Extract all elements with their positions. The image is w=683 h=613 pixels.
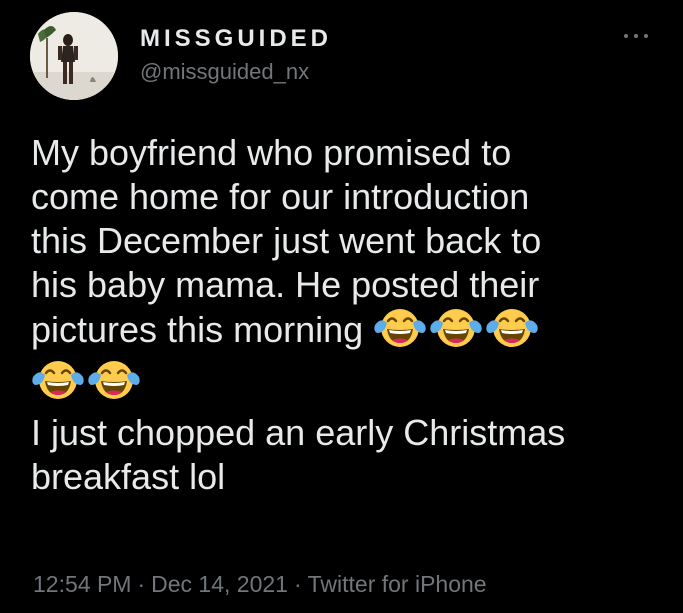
tweet-text-line: this December just went back to bbox=[31, 220, 542, 261]
more-horizontal-icon bbox=[624, 34, 628, 38]
tweet-source[interactable]: Twitter for iPhone bbox=[308, 571, 487, 597]
tweet-metadata: 12:54 PM · Dec 14, 2021 · Twitter for iPhone bbox=[33, 569, 487, 599]
tweet-text-line-with-emoji: pictures this morning bbox=[31, 307, 671, 359]
tweet-card: MISSGUIDED @missguided_nx My boyfriend w… bbox=[0, 0, 683, 613]
tweet-text-line: his baby mama. He posted their bbox=[31, 264, 540, 305]
meta-separator: · bbox=[293, 571, 302, 597]
tweet-text: My boyfriend who promised to come home f… bbox=[31, 131, 671, 499]
author-display-name[interactable]: MISSGUIDED bbox=[140, 25, 332, 53]
face-with-tears-of-joy-icon bbox=[373, 307, 427, 359]
tweet-text-line: My boyfriend who promised to bbox=[31, 132, 512, 173]
more-horizontal-icon-dot bbox=[644, 34, 648, 38]
avatar[interactable] bbox=[30, 12, 118, 100]
tweet-text-line: come home for our introduction bbox=[31, 176, 530, 217]
meta-separator: · bbox=[137, 571, 146, 597]
more-options-button[interactable] bbox=[620, 24, 654, 48]
author-handle[interactable]: @missguided_nx bbox=[140, 58, 309, 86]
emoji-group bbox=[373, 309, 541, 350]
tweet-text-segment: pictures this morning bbox=[31, 309, 364, 350]
emoji-line bbox=[31, 359, 671, 411]
face-with-tears-of-joy-icon bbox=[31, 359, 85, 411]
tweet-text-line: I just chopped an early Christmas bbox=[31, 412, 566, 453]
more-horizontal-icon-dot bbox=[634, 34, 638, 38]
tweet-time[interactable]: 12:54 PM bbox=[33, 571, 131, 597]
face-with-tears-of-joy-icon bbox=[87, 359, 141, 411]
avatar-photo bbox=[30, 12, 118, 100]
face-with-tears-of-joy-icon bbox=[485, 307, 539, 359]
face-with-tears-of-joy-icon bbox=[429, 307, 483, 359]
tweet-date[interactable]: Dec 14, 2021 bbox=[151, 571, 288, 597]
tweet-text-line: breakfast lol bbox=[31, 456, 226, 497]
